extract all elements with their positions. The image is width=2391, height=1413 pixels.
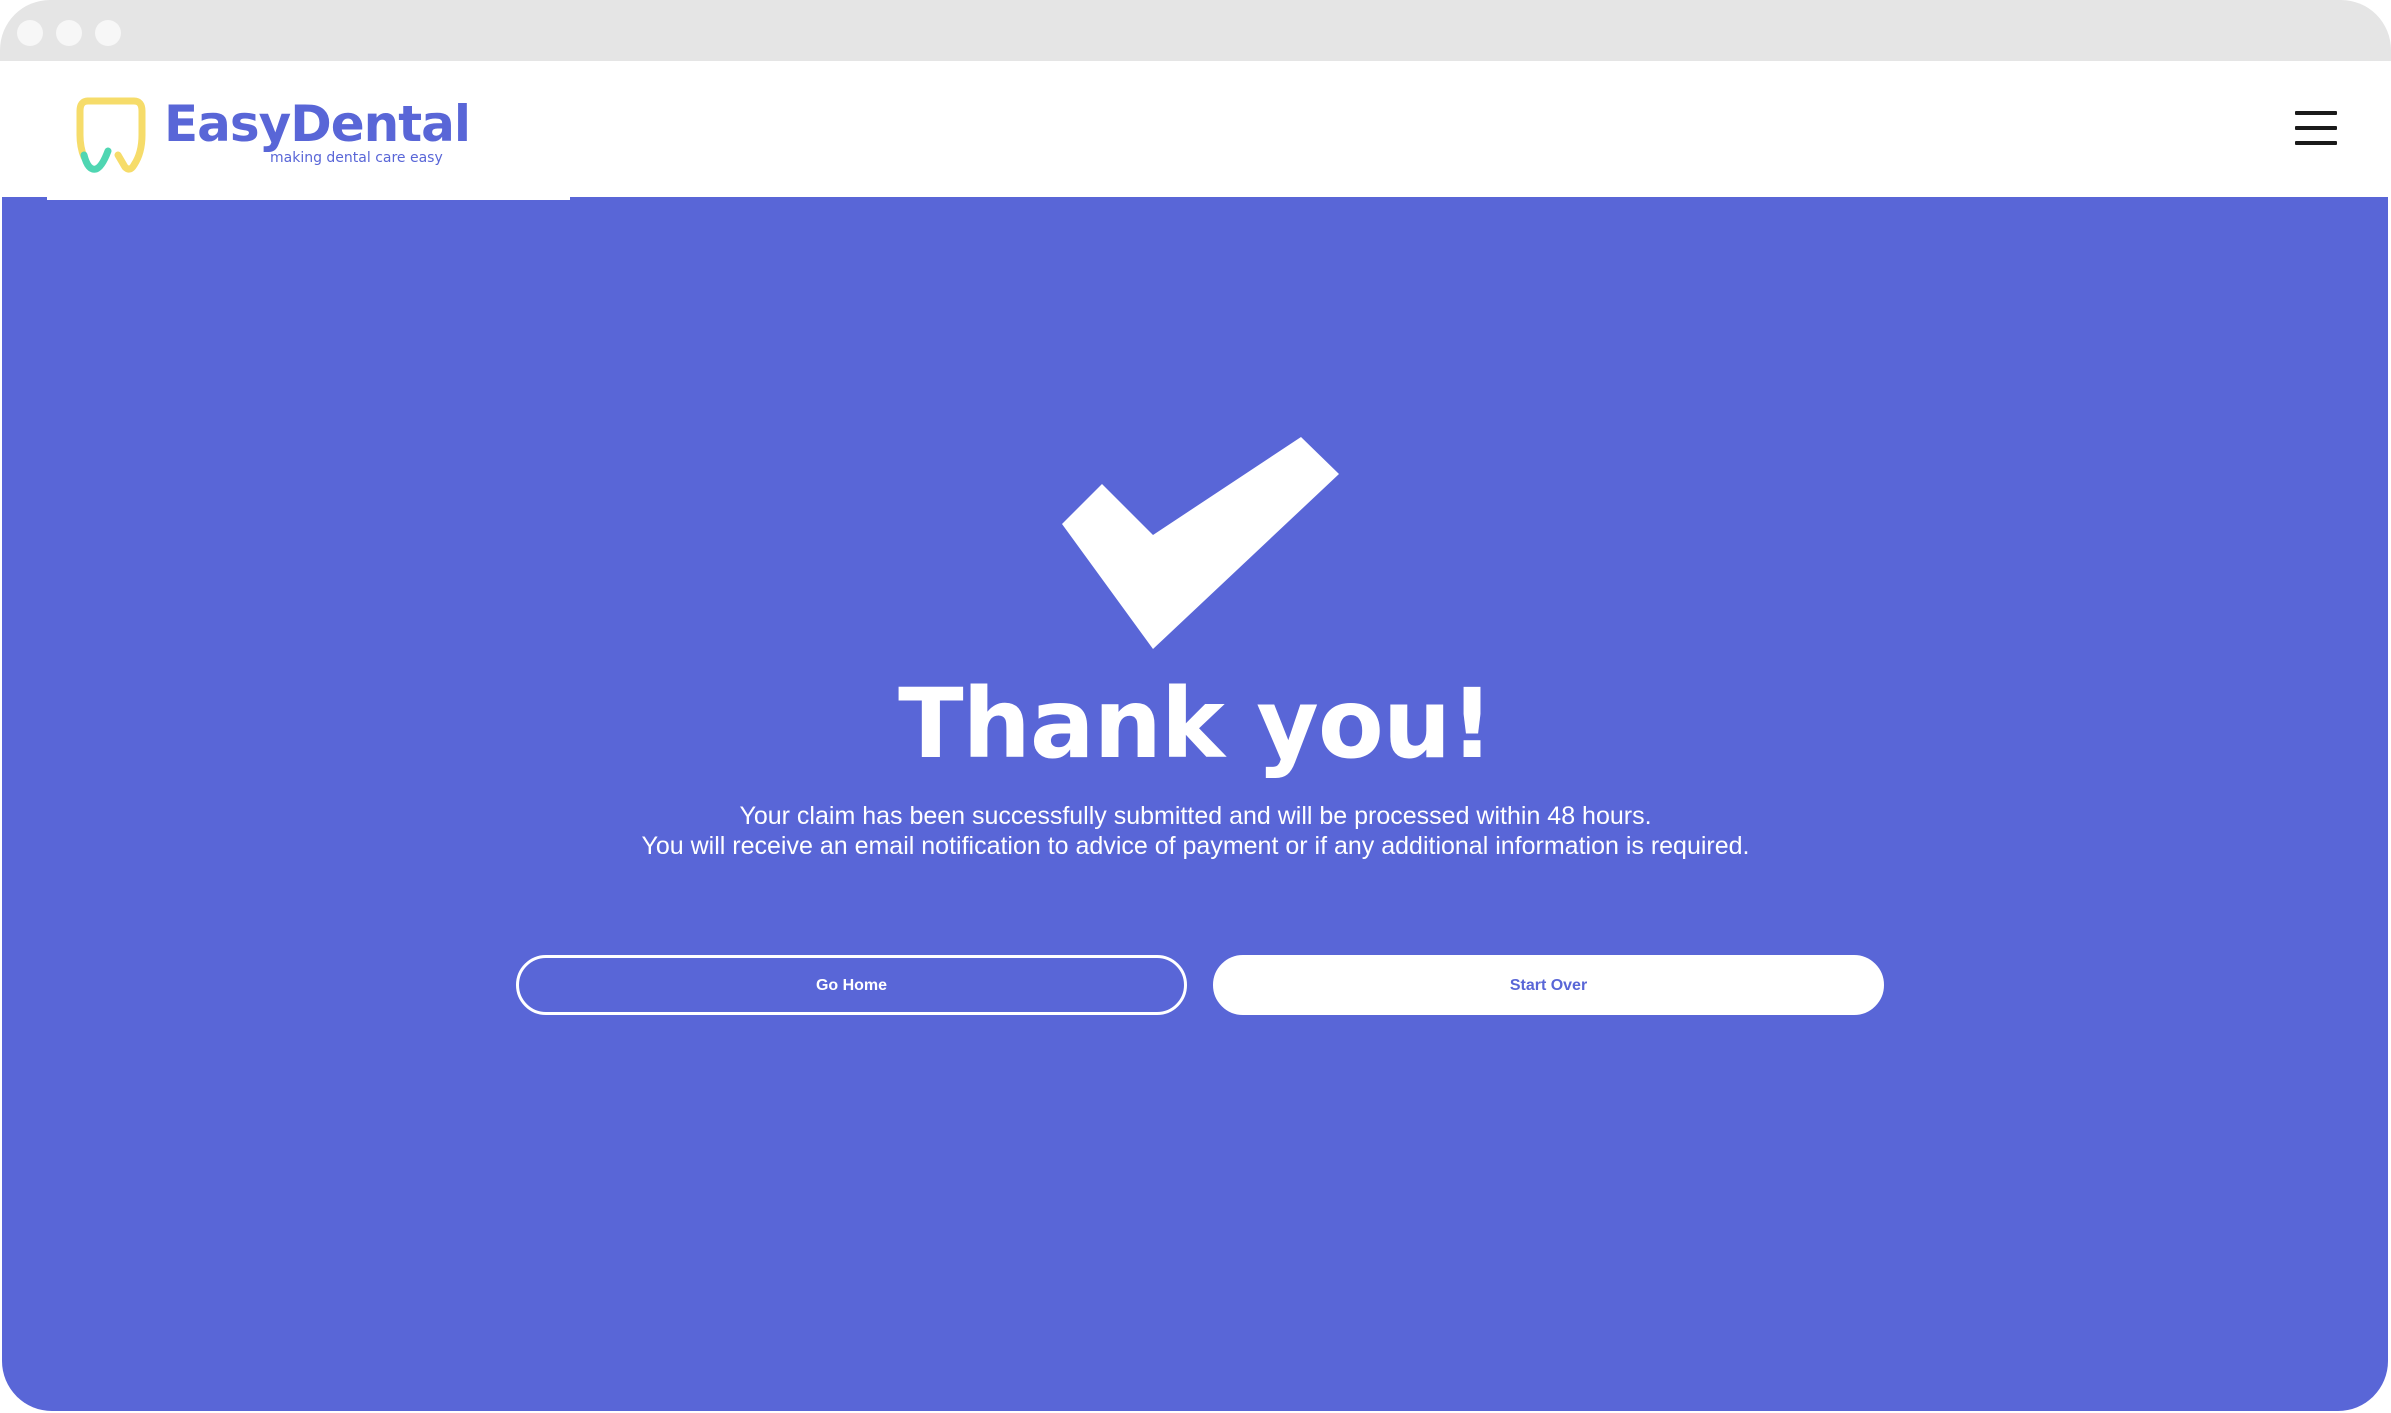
tooth-icon <box>76 97 146 173</box>
menu-bar-line <box>2295 111 2337 115</box>
menu-bar-line <box>2295 141 2337 145</box>
go-home-button[interactable]: Go Home <box>516 955 1187 1015</box>
menu-bar-line <box>2295 126 2337 130</box>
browser-window: EasyDental making dental care easy Thank… <box>0 0 2391 1413</box>
confirmation-message-line2: You will receive an email notification t… <box>641 832 1750 860</box>
site-header: EasyDental making dental care easy <box>0 61 2391 197</box>
window-maximize-dot[interactable] <box>95 20 121 46</box>
window-titlebar <box>0 0 2391 61</box>
brand-tagline: making dental care easy <box>270 150 443 166</box>
window-minimize-dot[interactable] <box>56 20 82 46</box>
window-close-dot[interactable] <box>17 20 43 46</box>
hamburger-menu-icon[interactable] <box>2295 109 2337 149</box>
brand-name: EasyDental <box>164 95 471 153</box>
confirmation-title: Thank you! <box>898 668 1494 780</box>
start-over-button[interactable]: Start Over <box>1213 955 1884 1015</box>
confirmation-message-line1: Your claim has been successfully submitt… <box>739 802 1652 830</box>
checkmark-icon <box>1062 437 1339 649</box>
active-nav-indicator <box>47 197 570 200</box>
brand-logo[interactable]: EasyDental making dental care easy <box>76 95 471 185</box>
